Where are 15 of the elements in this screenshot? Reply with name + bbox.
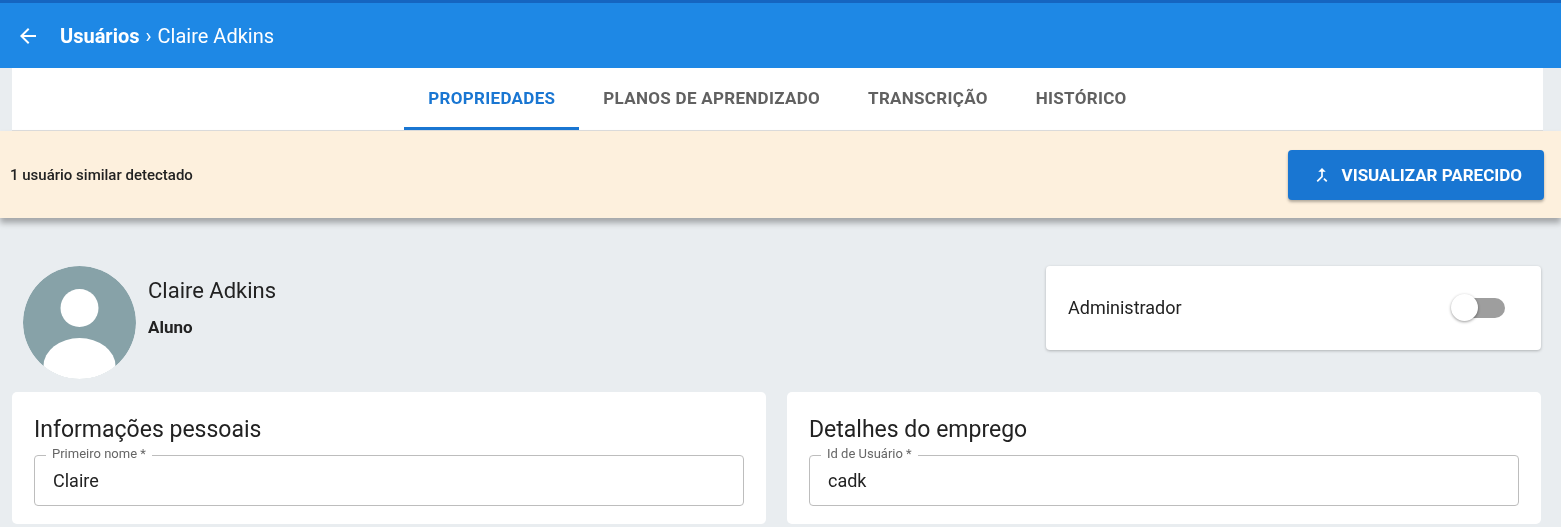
admin-label: Administrador bbox=[1068, 297, 1182, 318]
admin-switch[interactable] bbox=[1451, 294, 1505, 321]
banner-message: 1 usuário similar detectado bbox=[10, 165, 193, 184]
user-name: Claire Adkins bbox=[148, 278, 277, 303]
breadcrumb-link[interactable]: Usuários bbox=[60, 23, 140, 48]
view-similar-button[interactable]: VISUALIZAR PARECIDO bbox=[1287, 149, 1544, 200]
switch-thumb[interactable] bbox=[1451, 294, 1478, 321]
section-title: Detalhes do emprego bbox=[809, 416, 1029, 443]
user-role: Aluno bbox=[148, 317, 194, 337]
breadcrumb-separator: › bbox=[145, 23, 152, 48]
section-title: Informações pessoais bbox=[34, 416, 263, 443]
tab[interactable]: TRANSCRIÇÃO bbox=[844, 68, 1012, 130]
tab[interactable]: HISTÓRICO bbox=[1011, 68, 1151, 130]
breadcrumb-current: Claire Adkins bbox=[157, 23, 275, 48]
tab[interactable]: PLANOS DE APRENDIZADO bbox=[579, 68, 845, 130]
